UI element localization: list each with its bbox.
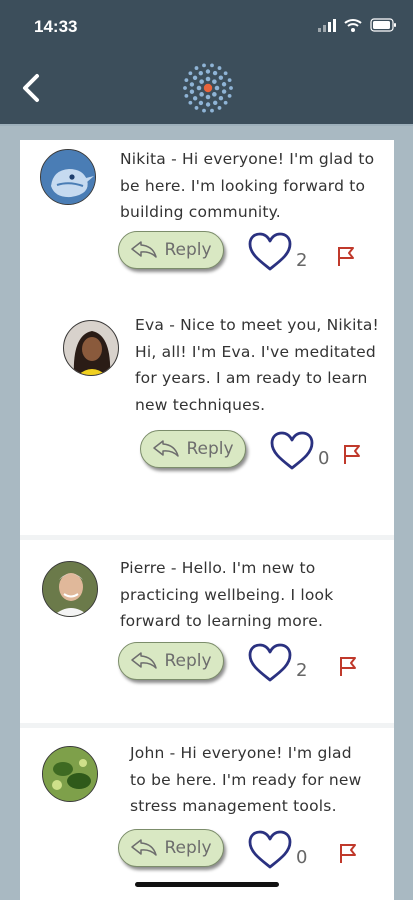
reply-button[interactable]: Reply [140,430,246,468]
flag-icon[interactable] [338,842,362,864]
reply-button[interactable]: Reply [118,829,224,867]
like-count: 0 [296,847,308,868]
comment-text: Eva - Nice to meet you, Nikita! Hi, all! … [135,316,379,414]
status-time: 14:33 [34,17,78,36]
bird-avatar [41,150,95,204]
reply-button[interactable]: Reply [118,642,224,680]
reply-arrow-icon [131,241,158,258]
heart-icon[interactable] [248,643,292,683]
battery-icon [370,18,396,32]
comment-feed[interactable]: Nikita - Hi everyone! I'm glad to be here… [20,140,394,900]
heart-icon[interactable] [248,232,292,272]
signal-icon [318,18,336,32]
like-count: 2 [296,660,308,681]
comment-thread: Nikita - Hi everyone! I'm glad to be here… [20,140,394,520]
comment-text: Nikita - Hi everyone! I'm glad to be here… [120,150,375,221]
like-count: 2 [296,250,308,271]
dotted-circle-logo [183,63,233,113]
reply-label: Reply [164,651,212,671]
avatar [40,149,96,205]
reply-label: Reply [164,240,212,260]
photo-avatar [64,321,118,375]
back-button[interactable] [14,70,50,106]
home-indicator [135,882,279,887]
reply-arrow-icon [131,652,158,669]
reply-arrow-icon [131,839,158,856]
comment-text: John - Hi everyone! I'm glad to be here. … [130,744,362,815]
comment-thread: Pierre - Hello. I'm new to practicing wel… [20,540,394,720]
status-icons [318,18,397,32]
reply-label: Reply [164,838,212,858]
flag-icon[interactable] [338,655,362,677]
heart-icon[interactable] [270,431,314,471]
comment-thread: John - Hi everyone! I'm glad to be here. … [20,728,394,900]
flag-icon[interactable] [336,245,360,267]
avatar [63,320,119,376]
wifi-icon [344,19,362,32]
avatar [42,746,98,802]
reply-button[interactable]: Reply [118,231,224,269]
heart-icon[interactable] [248,830,292,870]
photo-avatar [43,562,97,616]
flag-icon[interactable] [342,443,366,465]
comment-text: Pierre - Hello. I'm new to practicing wel… [120,559,334,630]
avatar [42,561,98,617]
reply-label: Reply [186,439,234,459]
leaf-avatar [43,747,97,801]
reply-arrow-icon [153,440,180,457]
chevron-left-icon [23,74,39,102]
like-count: 0 [318,448,330,469]
app-header: 14:33 [0,0,413,126]
